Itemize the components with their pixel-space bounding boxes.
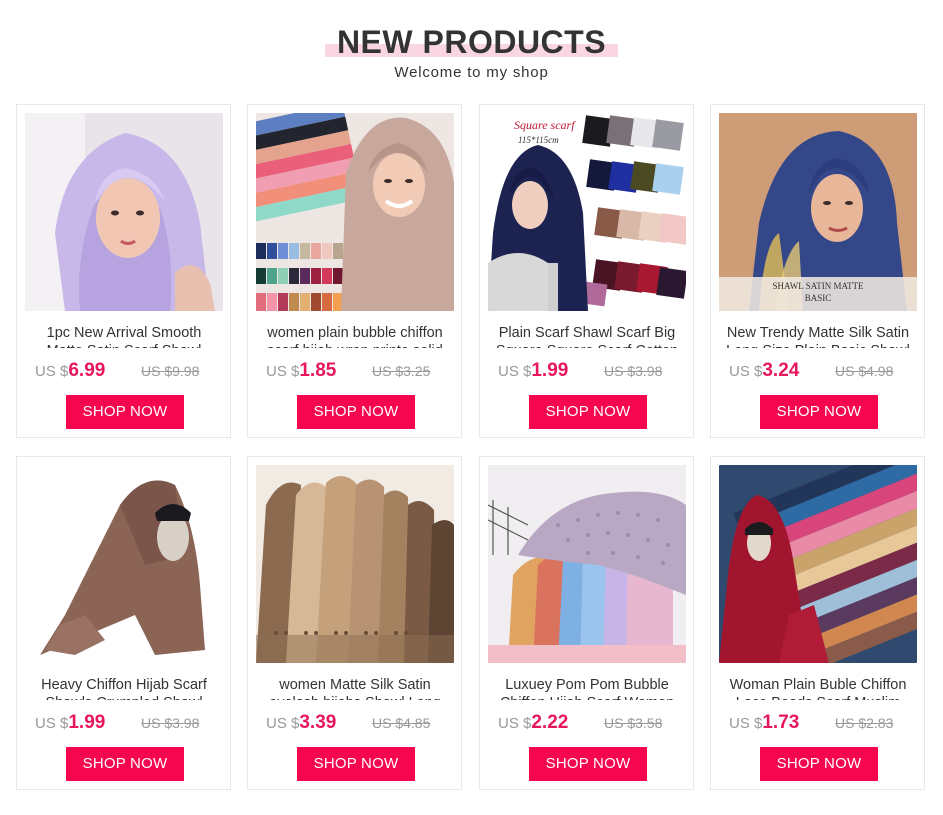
shop-now-button[interactable]: SHOP NOW (760, 747, 878, 781)
currency: US $ (729, 715, 763, 732)
product-card[interactable]: Square scarf 115*115cm Plain Scarf Shawl… (479, 104, 694, 438)
price-amount: 2.22 (531, 712, 569, 733)
price-row: US $1.85 US $3.25 (266, 360, 456, 384)
product-image[interactable]: Square scarf 115*115cm (488, 113, 686, 311)
price-amount: 3.39 (299, 712, 337, 733)
product-name[interactable]: women Matte Silk Satin (256, 676, 454, 694)
product-image[interactable] (256, 465, 454, 663)
product-card[interactable]: women plain bubble chiffon scarf hijab w… (247, 104, 462, 438)
currency: US $ (266, 363, 300, 380)
currency: US $ (498, 363, 532, 380)
price-row: US $2.22 US $3.58 (498, 712, 688, 736)
image-label-title: Square scarf (514, 118, 576, 132)
currency: US $ (266, 715, 300, 732)
product-name[interactable]: Woman Plain Buble Chiffon (719, 676, 917, 694)
original-price: US $3.98 (604, 363, 663, 379)
product-card[interactable]: Heavy Chiffon Hijab Scarf Shawls Crumple… (16, 456, 231, 790)
current-price: US $1.99 (35, 712, 105, 734)
shop-now-button[interactable]: SHOP NOW (760, 395, 878, 429)
currency: US $ (35, 715, 69, 732)
price-amount: 3.24 (762, 360, 800, 381)
image-caption: SHAWL SATIN MATTE (773, 281, 864, 291)
original-price: US $9.98 (141, 363, 200, 379)
current-price: US $1.73 (729, 712, 799, 734)
product-image[interactable] (719, 465, 917, 663)
original-price: US $4.85 (372, 715, 431, 731)
product-image[interactable] (25, 465, 223, 663)
image-label-size: 115*115cm (518, 135, 559, 145)
product-card[interactable]: Luxuey Pom Pom Bubble Chiffon Hijab Scar… (479, 456, 694, 790)
price-row: US $6.99 US $9.98 (35, 360, 225, 384)
product-card[interactable]: 1pc New Arrival Smooth Matte Satin Scarf… (16, 104, 231, 438)
product-name[interactable]: 1pc New Arrival Smooth (25, 324, 223, 342)
price-amount: 1.85 (299, 360, 337, 381)
product-name-line2[interactable]: eyelash hijabs Shawl Long (256, 694, 454, 700)
current-price: US $1.99 (498, 360, 568, 382)
shop-now-button[interactable]: SHOP NOW (66, 395, 184, 429)
product-grid: 1pc New Arrival Smooth Matte Satin Scarf… (0, 0, 943, 815)
product-image[interactable]: SHAWL SATIN MATTE BASIC (719, 113, 917, 311)
price-row: US $3.39 US $4.85 (266, 712, 456, 736)
product-name[interactable]: Plain Scarf Shawl Scarf Big (488, 324, 686, 342)
price-row: US $3.24 US $4.98 (729, 360, 919, 384)
product-name-line2[interactable]: Lace Beads Scarf Muslim (719, 694, 917, 700)
price-amount: 1.73 (762, 712, 800, 733)
product-name-line2[interactable]: Long Size Plain Basic Shawl (719, 342, 917, 348)
currency: US $ (35, 363, 69, 380)
original-price: US $3.58 (604, 715, 663, 731)
shop-now-button[interactable]: SHOP NOW (297, 747, 415, 781)
price-row: US $1.99 US $3.98 (498, 360, 688, 384)
product-name-line2[interactable]: Shawls Crumpled Shawl (25, 694, 223, 700)
current-price: US $6.99 (35, 360, 105, 382)
product-name-line2[interactable]: Matte Satin Scarf Shawl (25, 342, 223, 348)
original-price: US $3.25 (372, 363, 431, 379)
product-name[interactable]: Luxuey Pom Pom Bubble (488, 676, 686, 694)
currency: US $ (729, 363, 763, 380)
shop-now-button[interactable]: SHOP NOW (529, 747, 647, 781)
price-row: US $1.99 US $3.98 (35, 712, 225, 736)
currency: US $ (498, 715, 532, 732)
product-name[interactable]: women plain bubble chiffon (256, 324, 454, 342)
original-price: US $2.83 (835, 715, 894, 731)
price-amount: 1.99 (68, 712, 106, 733)
current-price: US $2.22 (498, 712, 568, 734)
product-name[interactable]: Heavy Chiffon Hijab Scarf (25, 676, 223, 694)
product-card[interactable]: Woman Plain Buble Chiffon Lace Beads Sca… (710, 456, 925, 790)
product-name-line2[interactable]: scarf hijab wrap printe solid (256, 342, 454, 348)
original-price: US $4.98 (835, 363, 894, 379)
product-card[interactable]: women Matte Silk Satin eyelash hijabs Sh… (247, 456, 462, 790)
price-row: US $1.73 US $2.83 (729, 712, 919, 736)
shop-now-button[interactable]: SHOP NOW (66, 747, 184, 781)
image-caption-2: BASIC (805, 293, 832, 303)
original-price: US $3.98 (141, 715, 200, 731)
shop-now-button[interactable]: SHOP NOW (529, 395, 647, 429)
price-amount: 6.99 (68, 360, 106, 381)
product-image[interactable] (25, 113, 223, 311)
current-price: US $3.24 (729, 360, 799, 382)
product-name[interactable]: New Trendy Matte Silk Satin (719, 324, 917, 342)
current-price: US $3.39 (266, 712, 336, 734)
product-image[interactable] (256, 113, 454, 311)
current-price: US $1.85 (266, 360, 336, 382)
product-image[interactable] (488, 465, 686, 663)
product-name-line2[interactable]: Square Square Scarf Cotton (488, 342, 686, 348)
product-name-line2[interactable]: Chiffon Hijab Scarf Women (488, 694, 686, 700)
product-card[interactable]: SHAWL SATIN MATTE BASIC New Trendy Matte… (710, 104, 925, 438)
price-amount: 1.99 (531, 360, 569, 381)
shop-now-button[interactable]: SHOP NOW (297, 395, 415, 429)
